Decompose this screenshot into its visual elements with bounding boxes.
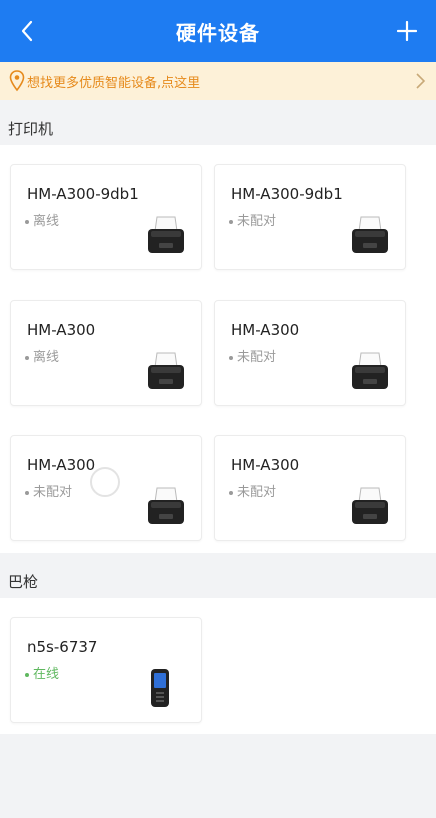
back-button[interactable]	[12, 15, 42, 47]
device-status: 离线	[25, 346, 59, 365]
device-status: 未配对	[229, 210, 276, 229]
app-header: 硬件设备	[0, 0, 436, 62]
touch-ripple	[90, 467, 120, 497]
device-status: 离线	[25, 210, 59, 229]
device-card-printer[interactable]: HM-A300 未配对	[214, 435, 406, 541]
device-status: 在线	[25, 663, 59, 682]
device-name: HM-A300	[27, 321, 96, 339]
chevron-left-icon	[21, 20, 33, 42]
device-name: HM-A300-9db1	[231, 185, 343, 203]
chevron-right-icon	[416, 73, 426, 89]
section-title-printers: 打印机	[8, 120, 54, 138]
device-status: 未配对	[25, 481, 72, 500]
device-card-printer[interactable]: HM-A300-9db1 离线	[10, 164, 202, 270]
device-name: HM-A300	[27, 456, 96, 474]
device-card-printer[interactable]: HM-A300 未配对	[214, 300, 406, 406]
device-card-scanner[interactable]: n5s-6737 在线	[10, 617, 202, 723]
receipt-printer-icon	[148, 487, 184, 524]
device-card-printer[interactable]: HM-A300 离线	[10, 300, 202, 406]
device-name: HM-A300	[231, 456, 300, 474]
add-device-button[interactable]	[392, 15, 422, 47]
device-status: 未配对	[229, 346, 276, 365]
handheld-scanner-icon	[151, 669, 169, 707]
location-pin-icon	[9, 70, 25, 92]
device-status: 未配对	[229, 481, 276, 500]
device-name: n5s-6737	[27, 638, 98, 656]
plus-icon	[397, 21, 417, 41]
device-name: HM-A300	[231, 321, 300, 339]
device-card-printer[interactable]: HM-A300-9db1 未配对	[214, 164, 406, 270]
receipt-printer-icon	[352, 487, 388, 524]
receipt-printer-icon	[148, 216, 184, 253]
promo-banner[interactable]: 想找更多优质智能设备,点这里	[0, 62, 436, 100]
page-title: 硬件设备	[176, 20, 260, 45]
section-title-scanners: 巴枪	[8, 573, 39, 591]
receipt-printer-icon	[148, 352, 184, 389]
receipt-printer-icon	[352, 216, 388, 253]
receipt-printer-icon	[352, 352, 388, 389]
banner-text: 想找更多优质智能设备,点这里	[27, 75, 201, 91]
device-name: HM-A300-9db1	[27, 185, 139, 203]
